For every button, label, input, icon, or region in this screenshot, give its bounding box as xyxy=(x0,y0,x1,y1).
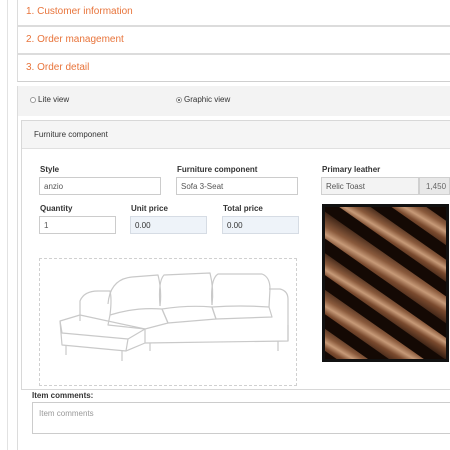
lite-view-radio[interactable] xyxy=(30,97,36,103)
accordion-label: 1. Customer information xyxy=(26,6,133,17)
sectional-sofa-icon xyxy=(59,272,289,361)
primary-leather-field[interactable]: Relic Toast xyxy=(321,177,419,195)
primary-leather-label: Primary leather xyxy=(322,165,381,174)
accordion-order-detail[interactable]: 3. Order detail xyxy=(17,54,450,82)
furniture-component-field[interactable]: Sofa 3-Seat xyxy=(176,177,298,195)
accordion-order-management[interactable]: 2. Order management xyxy=(17,26,450,54)
total-price-label: Total price xyxy=(223,204,263,213)
style-label: Style xyxy=(40,165,60,174)
accordion-label: 3. Order detail xyxy=(26,62,90,73)
leather-swatch-image xyxy=(322,204,449,362)
accordion-label: 2. Order management xyxy=(26,34,124,45)
left-rail xyxy=(7,0,8,450)
unit-price-field: 0.00 xyxy=(130,216,207,234)
item-comments-label: Item comments: xyxy=(32,391,94,400)
accordion-customer-information[interactable]: 1. Customer information xyxy=(17,0,450,26)
leather-price-addon: 1,450 xyxy=(419,177,450,195)
unit-price-label: Unit price xyxy=(131,204,168,213)
furniture-component-label: Furniture component xyxy=(177,165,258,174)
quantity-field[interactable]: 1 xyxy=(39,216,116,234)
graphic-view-label[interactable]: Graphic view xyxy=(184,95,230,104)
quantity-label: Quantity xyxy=(40,204,73,213)
graphic-view-radio[interactable] xyxy=(176,97,182,103)
total-price-field: 0.00 xyxy=(222,216,299,234)
sofa-diagram xyxy=(39,258,297,386)
view-toggle-bar: Lite view Graphic view xyxy=(17,86,450,116)
item-comments-textarea[interactable]: Item comments xyxy=(32,402,450,434)
panel-title: Furniture component xyxy=(22,121,450,149)
lite-view-label[interactable]: Lite view xyxy=(38,95,69,104)
style-field[interactable]: anzio xyxy=(39,177,161,195)
